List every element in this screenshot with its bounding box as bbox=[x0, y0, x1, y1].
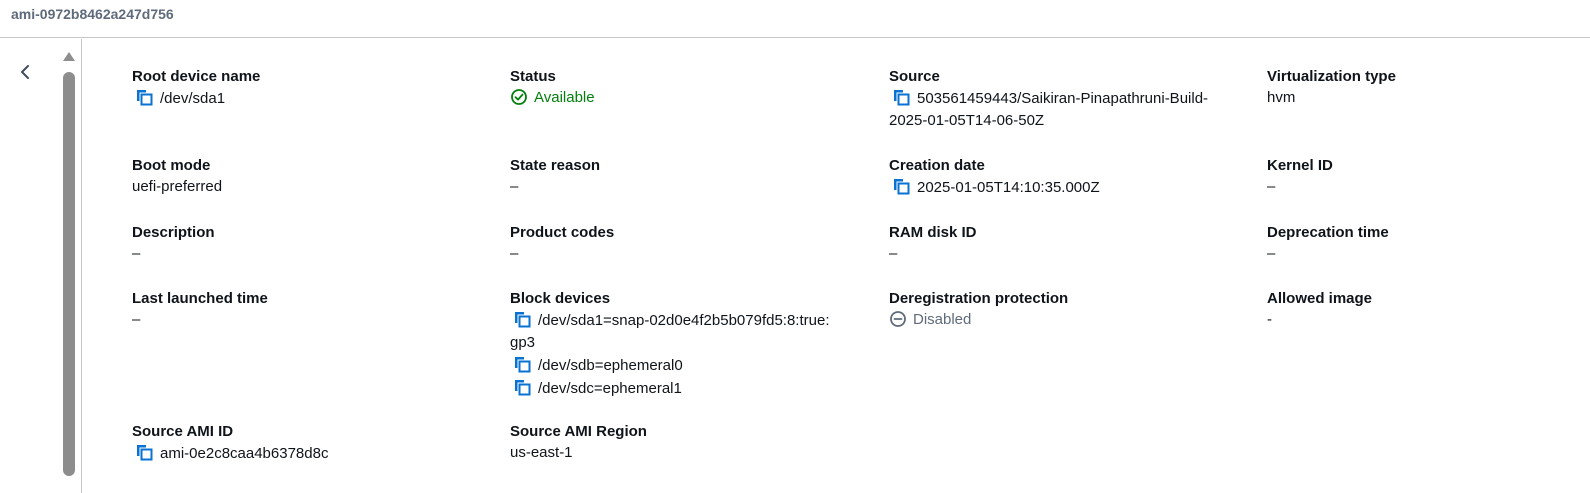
field-label: State reason bbox=[510, 157, 601, 174]
field-virtualization-type: Virtualization type hvm bbox=[1267, 67, 1396, 109]
creation-date-value: 2025-01-05T14:10:35.000Z bbox=[917, 179, 1100, 196]
copy-icon[interactable] bbox=[512, 309, 532, 329]
allowed-image-value: - bbox=[1267, 311, 1272, 328]
root-device-name-value: /dev/sda1 bbox=[160, 90, 226, 107]
field-label: Boot mode bbox=[132, 157, 211, 174]
field-label: Source bbox=[889, 68, 940, 85]
field-label: Last launched time bbox=[132, 290, 268, 307]
field-label: RAM disk ID bbox=[889, 224, 977, 241]
field-label: Description bbox=[132, 224, 215, 241]
state-reason-value: – bbox=[510, 178, 519, 195]
deprecation-time-value: – bbox=[1267, 245, 1276, 262]
copy-icon[interactable] bbox=[891, 176, 911, 196]
field-kernel-id: Kernel ID – bbox=[1267, 156, 1333, 198]
boot-mode-value: uefi-preferred bbox=[132, 178, 223, 195]
copy-icon[interactable] bbox=[134, 442, 154, 462]
field-block-devices: Block devices /dev/sda1=snap-02d0e4f2b5b… bbox=[510, 289, 830, 400]
virtualization-type-value: hvm bbox=[1267, 89, 1296, 106]
source-ami-region-value: us-east-1 bbox=[510, 444, 573, 461]
field-label: Virtualization type bbox=[1267, 68, 1396, 85]
field-boot-mode: Boot mode uefi-preferred bbox=[132, 156, 222, 198]
field-source-ami-region: Source AMI Region us-east-1 bbox=[510, 422, 647, 464]
field-last-launched-time: Last launched time – bbox=[132, 289, 268, 331]
deregistration-protection-value: Disabled bbox=[913, 311, 972, 328]
field-label: Source AMI Region bbox=[510, 423, 647, 440]
source-value-line2: 2025-01-05T14-06-50Z bbox=[889, 112, 1045, 129]
copy-icon[interactable] bbox=[512, 354, 532, 374]
field-creation-date: Creation date 2025-01-05T14:10:35.000Z bbox=[889, 156, 1100, 199]
field-label: Deprecation time bbox=[1267, 224, 1389, 241]
description-value: – bbox=[132, 245, 141, 262]
field-source: Source 503561459443/Saikiran-Pinapathrun… bbox=[889, 67, 1208, 132]
field-state-reason: State reason – bbox=[510, 156, 600, 198]
field-label: Block devices bbox=[510, 290, 611, 307]
copy-icon[interactable] bbox=[134, 87, 154, 107]
field-source-ami-id: Source AMI ID ami-0e2c8caa4b6378d8c bbox=[132, 422, 328, 465]
page-header: ami-0972b8462a247d756 bbox=[0, 0, 1590, 38]
field-product-codes: Product codes – bbox=[510, 223, 614, 265]
ami-id-title: ami-0972b8462a247d756 bbox=[11, 6, 174, 22]
block-device-sda1-cont: gp3 bbox=[510, 334, 536, 351]
chevron-left-icon bbox=[21, 65, 29, 79]
block-device-sdc: /dev/sdc=ephemeral1 bbox=[538, 380, 682, 397]
collapse-panel-button[interactable] bbox=[15, 61, 35, 83]
ram-disk-id-value: – bbox=[889, 245, 898, 262]
check-circle-icon bbox=[511, 89, 527, 105]
scrollbar-thumb[interactable] bbox=[63, 72, 75, 476]
field-label: Deregistration protection bbox=[889, 290, 1069, 307]
field-label: Product codes bbox=[510, 224, 615, 241]
field-status: Status Available bbox=[510, 67, 595, 109]
field-allowed-image: Allowed image - bbox=[1267, 289, 1372, 331]
field-deprecation-time: Deprecation time – bbox=[1267, 223, 1389, 265]
source-ami-id-value: ami-0e2c8caa4b6378d8c bbox=[160, 445, 329, 462]
copy-icon[interactable] bbox=[891, 87, 911, 107]
field-root-device-name: Root device name /dev/sda1 bbox=[132, 67, 260, 110]
status-value: Available bbox=[534, 89, 595, 106]
block-device-sdb: /dev/sdb=ephemeral0 bbox=[538, 357, 683, 374]
field-label: Allowed image bbox=[1267, 290, 1373, 307]
kernel-id-value: – bbox=[1267, 178, 1276, 195]
last-launched-time-value: – bbox=[132, 311, 141, 328]
minus-circle-icon bbox=[890, 311, 906, 327]
field-description: Description – bbox=[132, 223, 215, 265]
source-value-line1: 503561459443/Saikiran-Pinapathruni-Build… bbox=[917, 90, 1209, 107]
product-codes-value: – bbox=[510, 245, 519, 262]
field-label: Source AMI ID bbox=[132, 423, 234, 440]
field-deregistration-protection: Deregistration protection Disabled bbox=[889, 289, 1068, 331]
field-ram-disk-id: RAM disk ID – bbox=[889, 223, 977, 265]
copy-icon[interactable] bbox=[512, 377, 532, 397]
block-device-sda1: /dev/sda1=snap-02d0e4f2b5b079fd5:8:true: bbox=[538, 312, 830, 329]
scroll-up-button[interactable] bbox=[62, 49, 76, 61]
field-label: Status bbox=[510, 68, 556, 85]
field-label: Kernel ID bbox=[1267, 157, 1333, 174]
rail-divider bbox=[81, 39, 82, 493]
field-label: Creation date bbox=[889, 157, 985, 174]
field-label: Root device name bbox=[132, 68, 261, 85]
triangle-up-icon bbox=[63, 52, 75, 61]
